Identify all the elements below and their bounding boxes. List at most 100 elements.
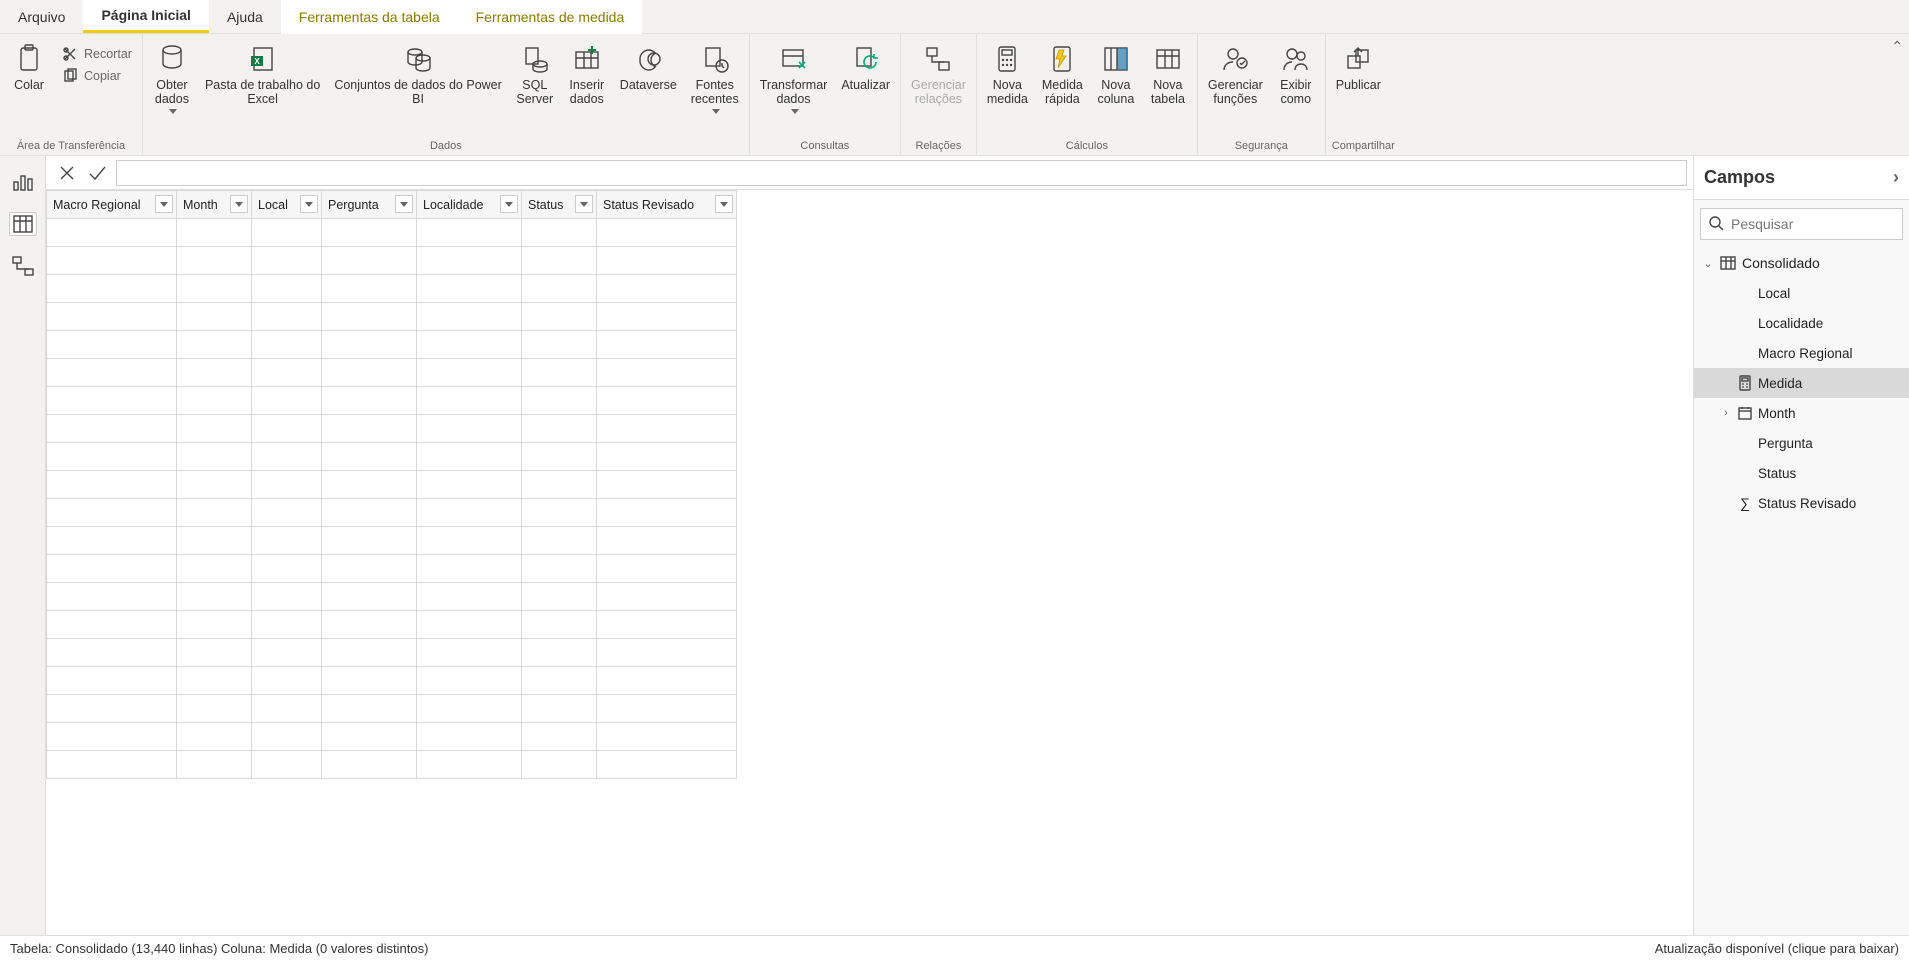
table-cell[interactable] [252,471,322,499]
table-cell[interactable] [177,275,252,303]
table-cell[interactable] [522,583,597,611]
pbi-datasets-button[interactable]: Conjuntos de dados do Power BI [330,38,505,107]
manage-roles-button[interactable]: Gerenciar funções [1204,38,1267,107]
table-cell[interactable] [47,667,177,695]
table-cell[interactable] [177,471,252,499]
table-cell[interactable] [252,359,322,387]
fields-field-row[interactable]: Status [1694,458,1909,488]
table-cell[interactable] [177,331,252,359]
table-row[interactable] [47,639,737,667]
table-cell[interactable] [417,667,522,695]
table-cell[interactable] [597,247,737,275]
excel-workbook-button[interactable]: X Pasta de trabalho do Excel [201,38,324,107]
table-cell[interactable] [322,555,417,583]
new-measure-button[interactable]: Nova medida [983,38,1032,107]
table-cell[interactable] [417,415,522,443]
table-row[interactable] [47,415,737,443]
refresh-button[interactable]: Atualizar [837,38,894,92]
column-header[interactable]: Pergunta [322,191,417,219]
sql-server-button[interactable]: SQL Server [512,38,558,107]
table-cell[interactable] [417,527,522,555]
column-filter-button[interactable] [575,195,593,213]
table-cell[interactable] [252,639,322,667]
table-cell[interactable] [252,415,322,443]
table-cell[interactable] [322,695,417,723]
table-row[interactable] [47,443,737,471]
column-filter-button[interactable] [395,195,413,213]
table-cell[interactable] [522,527,597,555]
table-row[interactable] [47,387,737,415]
table-cell[interactable] [47,387,177,415]
table-row[interactable] [47,555,737,583]
table-cell[interactable] [597,751,737,779]
tab-pagina-inicial[interactable]: Página Inicial [83,0,208,33]
table-cell[interactable] [417,499,522,527]
table-row[interactable] [47,499,737,527]
table-cell[interactable] [417,611,522,639]
table-cell[interactable] [252,275,322,303]
table-cell[interactable] [252,527,322,555]
table-row[interactable] [47,303,737,331]
table-cell[interactable] [177,667,252,695]
table-cell[interactable] [417,275,522,303]
get-data-button[interactable]: Obter dados [149,38,195,114]
table-cell[interactable] [177,583,252,611]
column-header[interactable]: Status [522,191,597,219]
table-cell[interactable] [417,471,522,499]
column-header[interactable]: Month [177,191,252,219]
fields-table-row[interactable]: ⌄Consolidado [1694,248,1909,278]
table-cell[interactable] [522,359,597,387]
table-cell[interactable] [417,555,522,583]
table-cell[interactable] [597,331,737,359]
table-cell[interactable] [597,611,737,639]
table-cell[interactable] [47,471,177,499]
table-cell[interactable] [417,303,522,331]
table-cell[interactable] [322,247,417,275]
table-cell[interactable] [597,219,737,247]
data-grid-wrap[interactable]: Macro RegionalMonthLocalPerguntaLocalida… [46,190,1693,935]
status-update-available[interactable]: Atualização disponível (clique para baix… [1655,941,1899,956]
table-cell[interactable] [177,499,252,527]
table-cell[interactable] [522,555,597,583]
table-row[interactable] [47,667,737,695]
enter-data-button[interactable]: Inserir dados [564,38,610,107]
table-cell[interactable] [252,499,322,527]
table-cell[interactable] [252,751,322,779]
table-cell[interactable] [417,359,522,387]
table-cell[interactable] [47,275,177,303]
table-cell[interactable] [597,499,737,527]
fields-search-input[interactable] [1700,208,1903,240]
table-row[interactable] [47,471,737,499]
table-cell[interactable] [177,555,252,583]
table-cell[interactable] [597,723,737,751]
table-cell[interactable] [47,527,177,555]
transform-data-button[interactable]: Transformar dados [756,38,832,114]
table-cell[interactable] [522,639,597,667]
table-cell[interactable] [322,667,417,695]
model-view-button[interactable] [9,254,37,278]
table-row[interactable] [47,751,737,779]
fields-field-row[interactable]: ∑Status Revisado [1694,488,1909,518]
table-cell[interactable] [417,723,522,751]
column-header[interactable]: Local [252,191,322,219]
table-row[interactable] [47,275,737,303]
table-cell[interactable] [177,247,252,275]
table-cell[interactable] [597,471,737,499]
tab-ferramentas-tabela[interactable]: Ferramentas da tabela [281,0,458,34]
table-cell[interactable] [252,331,322,359]
column-header[interactable]: Status Revisado [597,191,737,219]
column-header[interactable]: Macro Regional [47,191,177,219]
table-row[interactable] [47,247,737,275]
table-cell[interactable] [47,611,177,639]
table-cell[interactable] [522,723,597,751]
table-cell[interactable] [522,695,597,723]
table-cell[interactable] [177,751,252,779]
table-cell[interactable] [322,303,417,331]
table-cell[interactable] [252,723,322,751]
new-column-button[interactable]: Nova coluna [1093,38,1139,107]
column-filter-button[interactable] [715,195,733,213]
fields-field-row[interactable]: Local [1694,278,1909,308]
cut-button[interactable]: Recortar [58,44,136,64]
table-cell[interactable] [47,219,177,247]
table-cell[interactable] [522,303,597,331]
